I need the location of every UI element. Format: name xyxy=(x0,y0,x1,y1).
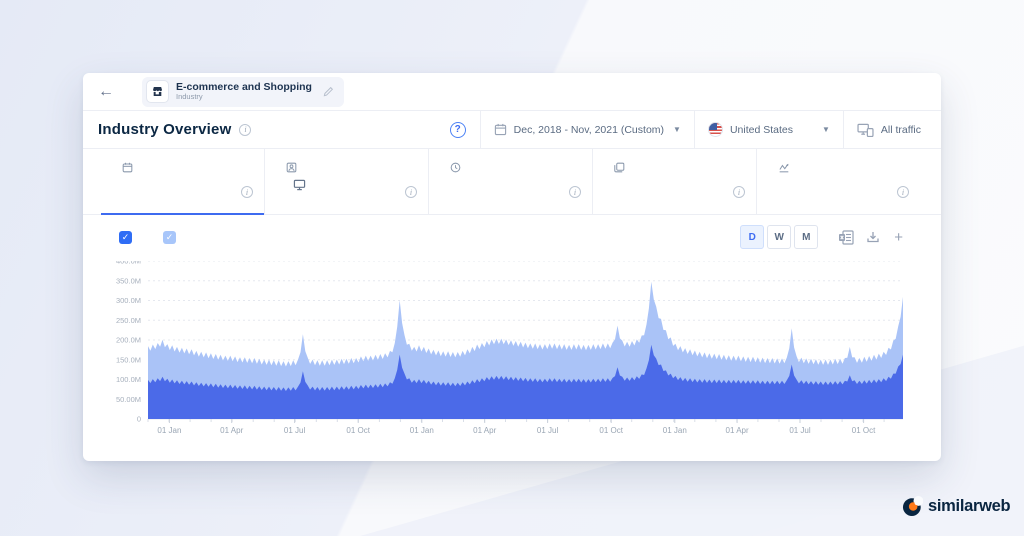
svg-text:100.0M: 100.0M xyxy=(116,375,141,384)
svg-text:200.0M: 200.0M xyxy=(116,336,141,345)
traffic-chart: 400.0M 350.0M 300.0M 250.0M 200.0M 150.0M 100.… xyxy=(116,261,903,435)
info-icon[interactable]: i xyxy=(239,123,252,136)
dashboard-card: ← E-commerce and Shopping Industry Indus… xyxy=(83,73,941,461)
chart-legend: ✓ ✓ xyxy=(119,230,207,244)
checkbox-icon: ✓ xyxy=(119,230,132,244)
edit-pencil-icon[interactable] xyxy=(323,86,334,97)
country-value: United States xyxy=(729,123,793,136)
svg-text:400.0M: 400.0M xyxy=(116,261,141,266)
legend-toggle-mobile-web[interactable]: ✓ xyxy=(163,230,183,244)
metric-card-visit-duration[interactable]: i xyxy=(429,149,593,214)
traffic-value: All traffic xyxy=(880,123,921,136)
traffic-chart-area: 400.0M 350.0M 300.0M 250.0M 200.0M 150.0M 100.… xyxy=(83,259,941,455)
metric-card-bounce-rate[interactable]: i xyxy=(757,149,920,214)
svg-text:01 Jul: 01 Jul xyxy=(537,426,559,435)
store-icon xyxy=(146,80,169,103)
svg-text:01 Oct: 01 Oct xyxy=(852,426,876,435)
svg-text:01 Jan: 01 Jan xyxy=(663,426,687,435)
metrics-row: iiiii xyxy=(83,149,941,215)
page-title: Industry Overview xyxy=(98,121,232,138)
legend-toggle-desktop[interactable]: ✓ xyxy=(119,230,139,244)
top-bar: ← E-commerce and Shopping Industry xyxy=(83,73,941,111)
country-selector[interactable]: United States ▼ xyxy=(693,111,843,148)
date-range-value: Dec, 2018 - Nov, 2021 (Custom) xyxy=(513,123,665,136)
all-traffic-icon xyxy=(857,123,874,137)
pages-icon xyxy=(614,162,625,173)
back-arrow-icon[interactable]: ← xyxy=(98,83,114,100)
checkbox-icon: ✓ xyxy=(163,230,176,244)
excel-export-icon[interactable] xyxy=(838,229,854,245)
svg-text:01 Jan: 01 Jan xyxy=(410,426,434,435)
metric-card-pages-per-visit[interactable]: i xyxy=(593,149,757,214)
calendar-icon xyxy=(494,123,506,136)
metric-label xyxy=(614,162,756,173)
info-icon[interactable]: i xyxy=(241,186,253,198)
metric-label xyxy=(122,162,264,173)
users-icon xyxy=(286,162,297,173)
traffic-selector[interactable]: All traffic xyxy=(842,111,941,148)
svg-text:250.0M: 250.0M xyxy=(116,316,141,325)
page-header: Industry Overview i ? Dec, 2018 - Nov, 2… xyxy=(83,111,941,149)
industry-chip[interactable]: E-commerce and Shopping Industry xyxy=(142,76,344,107)
clock-icon xyxy=(450,162,461,173)
granularity-button-m[interactable]: M xyxy=(794,225,819,249)
brand-footer: similarweb xyxy=(902,496,1011,517)
info-icon[interactable]: i xyxy=(897,186,909,198)
svg-text:01 Oct: 01 Oct xyxy=(599,426,623,435)
svg-text:350.0M: 350.0M xyxy=(116,276,141,285)
desktop-monitor-icon xyxy=(293,179,306,191)
download-icon[interactable] xyxy=(866,230,880,244)
metric-card-unique-visitors[interactable]: i xyxy=(265,149,429,214)
svg-text:0: 0 xyxy=(137,415,141,424)
svg-text:50.00M: 50.00M xyxy=(116,395,141,404)
date-range-selector[interactable]: Dec, 2018 - Nov, 2021 (Custom) ▼ xyxy=(479,111,694,148)
help-icon[interactable]: ? xyxy=(449,121,466,138)
svg-text:01 Jan: 01 Jan xyxy=(157,426,181,435)
metric-label xyxy=(450,162,592,173)
svg-text:01 Oct: 01 Oct xyxy=(346,426,370,435)
info-icon[interactable]: i xyxy=(733,186,745,198)
metric-card-monthly-visits[interactable]: i xyxy=(101,149,265,215)
info-icon[interactable]: i xyxy=(569,186,581,198)
svg-text:01 Jul: 01 Jul xyxy=(284,426,306,435)
metric-label xyxy=(778,162,920,173)
svg-text:01 Jul: 01 Jul xyxy=(789,426,811,435)
similarweb-logo-icon xyxy=(902,496,923,517)
svg-text:01 Apr: 01 Apr xyxy=(473,426,496,435)
industry-type-label: Industry xyxy=(176,92,203,102)
granularity-switcher: DWM xyxy=(740,225,819,249)
bounce-icon xyxy=(778,162,790,173)
granularity-button-w[interactable]: W xyxy=(767,225,792,249)
info-icon[interactable]: i xyxy=(405,186,417,198)
brand-name: similarweb xyxy=(928,497,1011,515)
add-metric-icon[interactable]: + xyxy=(894,229,903,246)
svg-text:150.0M: 150.0M xyxy=(116,355,141,364)
chevron-down-icon: ▼ xyxy=(673,125,681,134)
svg-text:01 Apr: 01 Apr xyxy=(726,426,749,435)
svg-text:300.0M: 300.0M xyxy=(116,296,141,305)
chart-controls: ✓ ✓ DWM + xyxy=(83,215,941,259)
metric-label xyxy=(286,162,428,173)
svg-text:01 Apr: 01 Apr xyxy=(220,426,243,435)
chevron-down-icon: ▼ xyxy=(822,125,830,134)
granularity-button-d[interactable]: D xyxy=(740,225,765,249)
us-flag-icon xyxy=(707,122,723,137)
calendar-icon xyxy=(122,162,133,173)
